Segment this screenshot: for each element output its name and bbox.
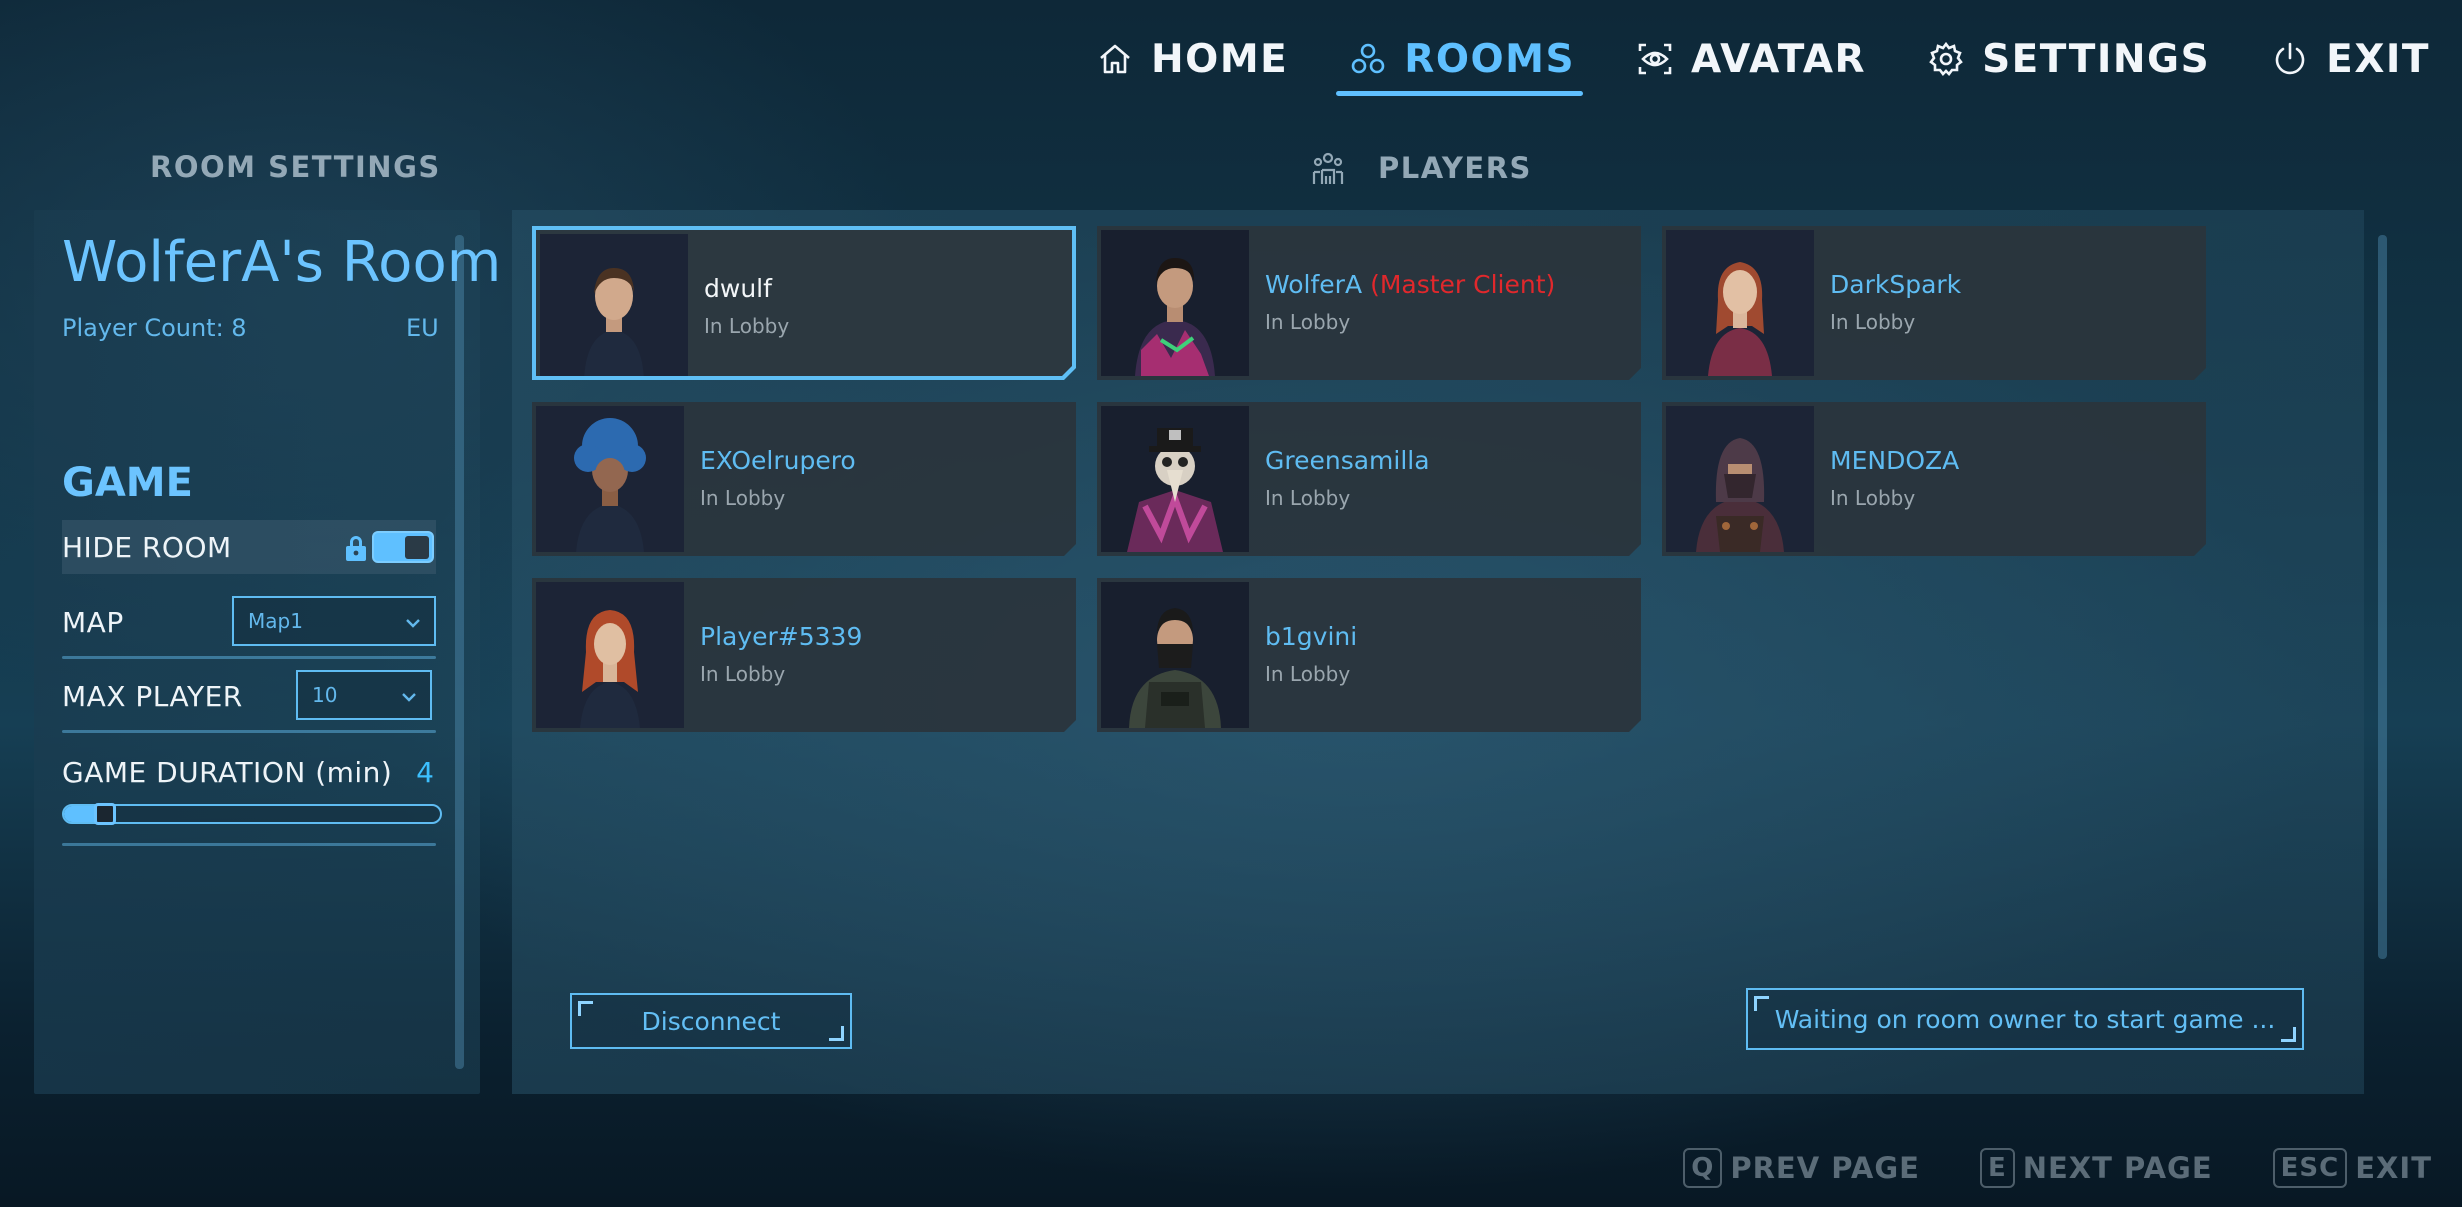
player-count: Player Count: 8 [62, 314, 247, 342]
power-icon [2272, 41, 2308, 77]
key-q: Q [1683, 1148, 1723, 1188]
game-duration-slider[interactable] [62, 803, 442, 825]
player-status: In Lobby [700, 486, 786, 510]
room-settings-panel [34, 210, 480, 1094]
map-row: MAP Map1 [62, 596, 436, 648]
nav-avatar-label: AVATAR [1691, 36, 1867, 82]
player-card[interactable]: MENDOZA In Lobby [1662, 402, 2206, 556]
max-player-select[interactable]: 10 [296, 670, 432, 720]
player-name: EXOelrupero [700, 446, 856, 475]
hide-room-row: HIDE ROOM [62, 520, 436, 574]
player-name: DarkSpark [1830, 270, 1962, 299]
player-status: In Lobby [1265, 662, 1351, 686]
nav-settings-label: SETTINGS [1982, 36, 2211, 82]
player-card[interactable]: DarkSpark In Lobby [1662, 226, 2206, 380]
key-esc: ESC [2272, 1148, 2348, 1188]
home-icon [1097, 41, 1133, 77]
max-player-row: MAX PLAYER 10 [62, 670, 436, 722]
toggle-knob [405, 536, 429, 559]
region-label: EU [406, 314, 439, 342]
game-duration-row: GAME DURATION (min) 4 [62, 748, 436, 796]
next-page-hint[interactable]: E NEXT PAGE [1979, 1148, 2213, 1188]
map-label: MAP [62, 605, 124, 639]
player-name: WolferA (Master Client) [1265, 270, 1556, 299]
player-card[interactable]: WolferA (Master Client) In Lobby [1097, 226, 1641, 380]
player-card[interactable]: Greensamilla In Lobby [1097, 402, 1641, 556]
player-card[interactable]: EXOelrupero In Lobby [532, 402, 1076, 556]
exit-hint[interactable]: ESC EXIT [2272, 1148, 2432, 1188]
divider [62, 843, 436, 846]
nav-rooms[interactable]: ROOMS [1336, 28, 1583, 96]
game-duration-value: 4 [416, 755, 434, 789]
player-avatar [1666, 406, 1814, 552]
hide-room-toggle[interactable] [372, 531, 434, 563]
player-status: In Lobby [1830, 310, 1916, 334]
hide-room-label: HIDE ROOM [62, 530, 232, 564]
player-avatar [1101, 406, 1249, 552]
players-title-label: PLAYERS [1378, 151, 1532, 185]
exit-hint-label: EXIT [2355, 1151, 2432, 1185]
player-name: MENDOZA [1830, 446, 1960, 475]
player-status: In Lobby [700, 662, 786, 686]
nav-exit[interactable]: EXIT [2272, 28, 2430, 90]
prev-page-label: PREV PAGE [1730, 1151, 1920, 1185]
master-client-tag: (Master Client) [1370, 270, 1556, 299]
rooms-icon [1350, 41, 1386, 77]
player-status: In Lobby [1265, 310, 1351, 334]
player-name: Greensamilla [1265, 446, 1430, 475]
nav-exit-label: EXIT [2326, 36, 2430, 82]
nav-home[interactable]: HOME [1097, 28, 1288, 90]
player-name: dwulf [704, 274, 772, 303]
player-status: In Lobby [704, 314, 790, 338]
lock-icon [344, 534, 368, 562]
game-duration-label: GAME DURATION (min) [62, 755, 393, 789]
chevron-down-icon [400, 687, 418, 705]
map-select-value: Map1 [248, 609, 303, 633]
player-avatar [1101, 230, 1249, 376]
room-name: WolferA's Room [62, 230, 502, 295]
player-avatar [536, 582, 684, 728]
nav-avatar[interactable]: AVATAR [1637, 28, 1866, 90]
player-card[interactable]: Player#5339 In Lobby [532, 578, 1076, 732]
max-player-select-value: 10 [312, 683, 338, 707]
divider [62, 656, 436, 659]
players-title: PLAYERS [1312, 150, 1532, 186]
disconnect-button[interactable]: Disconnect [570, 993, 852, 1049]
nav-rooms-label: ROOMS [1404, 36, 1576, 82]
waiting-status-button: Waiting on room owner to start game ... [1746, 988, 2304, 1050]
key-e: E [1979, 1148, 2015, 1188]
prev-page-hint[interactable]: Q PREV PAGE [1683, 1148, 1920, 1188]
room-settings-scrollbar[interactable] [455, 235, 464, 1069]
player-status: In Lobby [1830, 486, 1916, 510]
gear-icon [1928, 41, 1964, 77]
player-avatar [1101, 582, 1249, 728]
nav-home-label: HOME [1151, 36, 1289, 82]
nav-settings[interactable]: SETTINGS [1928, 28, 2210, 90]
player-card[interactable]: dwulf In Lobby [532, 226, 1076, 380]
player-name: b1gvini [1265, 622, 1358, 651]
players-icon [1312, 150, 1344, 186]
next-page-label: NEXT PAGE [2022, 1151, 2213, 1185]
player-avatar [540, 234, 688, 380]
room-settings-title: ROOM SETTINGS [150, 150, 441, 184]
player-avatar [1666, 230, 1814, 376]
avatar-eye-icon [1637, 41, 1673, 77]
map-select[interactable]: Map1 [232, 596, 436, 646]
slider-handle[interactable] [94, 803, 116, 825]
chevron-down-icon [404, 613, 422, 631]
players-scrollbar[interactable] [2378, 235, 2387, 959]
main-nav: HOME ROOMS AVATAR SETTINGS EXIT [1035, 28, 2430, 98]
max-player-label: MAX PLAYER [62, 679, 243, 713]
player-card[interactable]: b1gvini In Lobby [1097, 578, 1641, 732]
divider [62, 730, 436, 733]
player-status: In Lobby [1265, 486, 1351, 510]
footer-hints: Q PREV PAGE E NEXT PAGE ESC EXIT [1623, 1148, 2432, 1188]
player-name: Player#5339 [700, 622, 863, 651]
game-section-title: GAME [62, 460, 193, 506]
player-avatar [536, 406, 684, 552]
